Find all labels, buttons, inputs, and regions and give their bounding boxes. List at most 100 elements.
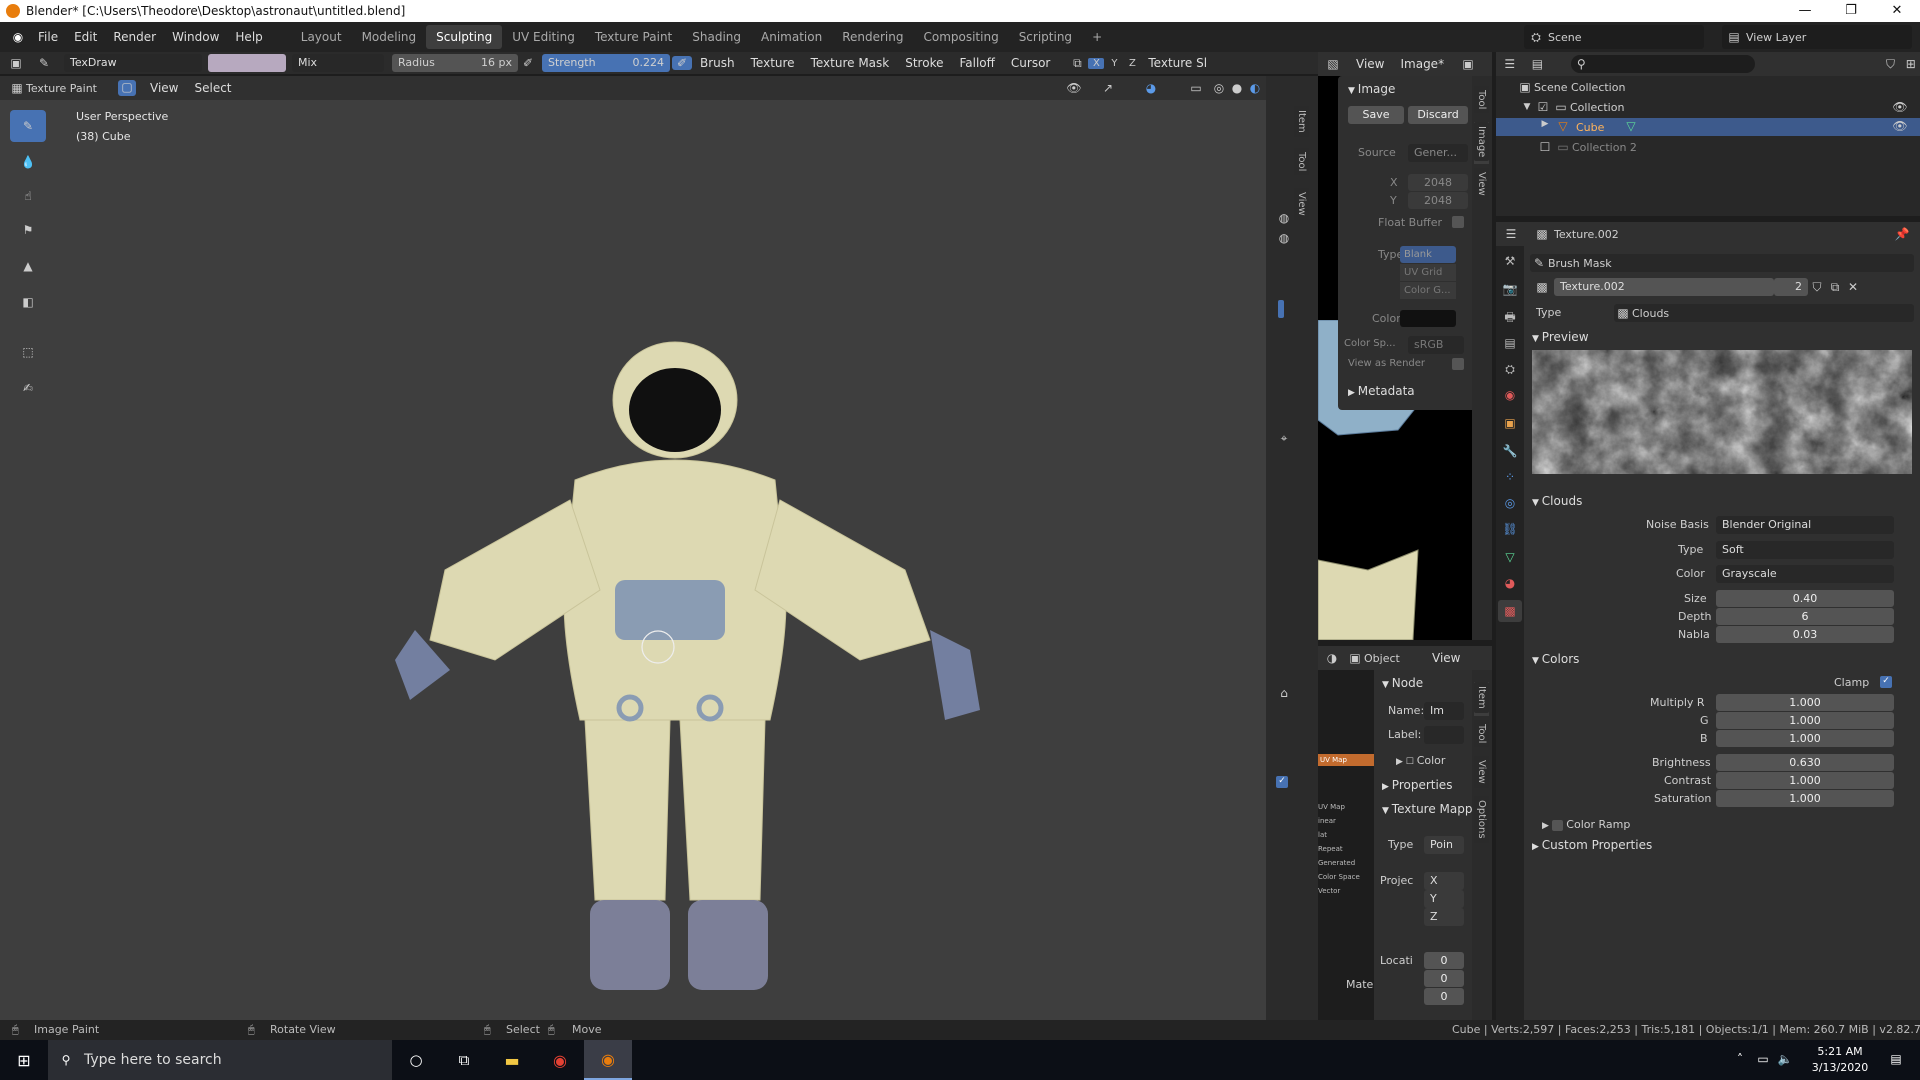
node-uvmap-header[interactable]: UV Map xyxy=(1318,754,1374,766)
scene-selector[interactable]: ⛭ Scene xyxy=(1524,25,1704,49)
workspace-tab-shading[interactable]: Shading xyxy=(682,25,751,49)
sphere-gizmo-icon[interactable]: ◍ xyxy=(1274,211,1294,225)
stroke-menu[interactable]: Stroke xyxy=(897,56,951,70)
brush-mask-dropdown[interactable]: ✎ Brush Mask xyxy=(1530,254,1914,272)
mask-tool-icon[interactable]: ◧ xyxy=(10,286,46,318)
add-workspace-button[interactable]: + xyxy=(1082,25,1112,49)
noise-basis-dropdown[interactable]: Blender Original xyxy=(1716,516,1894,534)
smear-tool-icon[interactable]: ☝ xyxy=(10,180,46,212)
texture-menu[interactable]: Texture xyxy=(743,56,803,70)
new-collection-icon[interactable]: ⊞ xyxy=(1902,57,1920,71)
projection-z-dropdown[interactable]: Z xyxy=(1424,908,1464,926)
object-props-icon[interactable]: ▣ xyxy=(1500,416,1520,430)
type-uv-grid-option[interactable]: UV Grid xyxy=(1400,264,1456,281)
item-tab[interactable]: Item xyxy=(1294,106,1309,140)
image-editor-canvas[interactable]: ▼ Image Save Discard Source Gener... X 2… xyxy=(1318,76,1492,640)
workspace-tab-sculpting[interactable]: Sculpting xyxy=(426,25,503,49)
mirror-x-toggle[interactable]: X xyxy=(1088,57,1105,69)
modifier-props-icon[interactable]: 🔧 xyxy=(1500,444,1520,458)
color-ramp-panel[interactable]: ▶ Color Ramp xyxy=(1542,818,1630,831)
workspace-tab-compositing[interactable]: Compositing xyxy=(913,25,1008,49)
world-props-icon[interactable]: ◉ xyxy=(1500,388,1520,402)
image-toggle-icon[interactable]: ▣ xyxy=(1458,57,1478,71)
visibility-icon[interactable]: 👁 xyxy=(1062,81,1086,95)
node-item-generated[interactable]: Generated xyxy=(1318,856,1374,870)
pin-icon[interactable]: 📌 xyxy=(1892,227,1912,241)
scene-props-icon[interactable]: ⛭ xyxy=(1500,362,1520,377)
view-layer-selector[interactable]: ▤ View Layer xyxy=(1722,25,1912,49)
chrome-icon[interactable]: ◉ xyxy=(536,1051,584,1070)
cloud-type-dropdown[interactable]: Soft xyxy=(1716,541,1894,559)
menu-render[interactable]: Render xyxy=(105,30,164,44)
minimize-button[interactable]: — xyxy=(1782,0,1828,22)
strength-slider[interactable]: Strength 0.224 xyxy=(542,54,670,72)
depth-field[interactable]: 6 xyxy=(1716,608,1894,625)
checkbox-icon[interactable]: ✓ xyxy=(1276,776,1288,788)
constraints-props-icon[interactable]: ⛓ xyxy=(1500,522,1520,536)
texture-props-icon[interactable]: ▩ xyxy=(1498,600,1522,622)
display-mode-icon[interactable]: ▤ xyxy=(1524,57,1552,71)
type-color-grid-option[interactable]: Color G... xyxy=(1400,282,1456,299)
radius-slider[interactable]: Radius 16 px xyxy=(392,54,518,72)
contrast-field[interactable]: 1.000 xyxy=(1716,772,1894,789)
workspace-tab-uv-editing[interactable]: UV Editing xyxy=(502,25,585,49)
render-props-icon[interactable]: 📷 xyxy=(1500,282,1520,296)
file-explorer-icon[interactable]: ▬ xyxy=(488,1051,536,1070)
custom-properties-panel[interactable]: ▶ Custom Properties xyxy=(1532,838,1652,852)
menu-help[interactable]: Help xyxy=(227,30,270,44)
duplicate-icon[interactable]: ⧉ xyxy=(1826,280,1844,295)
image-width-field[interactable]: 2048 xyxy=(1408,174,1468,191)
node-canvas[interactable]: UV Map UV Map inear lat Repeat Generated… xyxy=(1318,670,1374,1020)
node-tool-tab[interactable]: Tool xyxy=(1474,720,1489,750)
texture-type-dropdown[interactable]: ▩ Clouds xyxy=(1614,304,1914,322)
cube-row[interactable]: ▶ ▽ Cube ▽ 👁 xyxy=(1496,118,1920,136)
node-panel-title[interactable]: ▼ Node xyxy=(1382,676,1423,690)
taskbar-search-box[interactable]: ⚲ Type here to search xyxy=(48,1040,392,1080)
view-as-render-checkbox[interactable] xyxy=(1452,358,1464,370)
viewport-select-menu[interactable]: Select xyxy=(186,81,239,95)
preview-panel-header[interactable]: ▼ Preview xyxy=(1532,330,1589,344)
image-tool-tab[interactable]: Tool xyxy=(1474,86,1489,116)
falloff-menu[interactable]: Falloff xyxy=(951,56,1002,70)
node-item-tab[interactable]: Item xyxy=(1474,682,1489,716)
node-view-menu[interactable]: View xyxy=(1424,651,1468,665)
blend-mode-dropdown[interactable]: Mix xyxy=(292,54,384,72)
windows-start-icon[interactable]: ⊞ xyxy=(0,1051,48,1070)
material-shading-icon[interactable]: ◐ xyxy=(1246,81,1264,95)
node-properties-section[interactable]: ▶ Properties xyxy=(1382,778,1452,792)
data-props-icon[interactable]: ▽ xyxy=(1500,550,1520,564)
filter-icon[interactable]: ⛉ xyxy=(1879,57,1901,72)
brightness-field[interactable]: 0.630 xyxy=(1716,754,1894,771)
3d-viewport[interactable]: User Perspective (38) Cube ✎ 💧 ☝ ⚑ ▲ ◧ ⬚… xyxy=(0,100,1281,1020)
node-item-vector[interactable]: Vector xyxy=(1318,884,1374,898)
texture-mapping-section[interactable]: ▼ Texture Mapp xyxy=(1382,802,1472,816)
collection-visibility-icon[interactable]: 👁 xyxy=(1890,100,1910,114)
node-options-tab[interactable]: Options xyxy=(1474,796,1489,846)
cloud-color-dropdown[interactable]: Grayscale xyxy=(1716,565,1894,583)
brush-tool-icon[interactable]: ✎ xyxy=(32,56,56,70)
strength-pressure-icon[interactable]: ✐ xyxy=(672,56,692,70)
node-item-colorspace[interactable]: Color Space xyxy=(1318,870,1374,884)
lock-icon[interactable]: ⌂ xyxy=(1274,686,1294,700)
soften-tool-icon[interactable]: 💧 xyxy=(10,146,46,178)
fake-user-icon[interactable]: ⛉ xyxy=(1808,280,1826,295)
vertical-slider[interactable] xyxy=(1278,300,1284,318)
texture-users-count[interactable]: 2 xyxy=(1774,278,1808,296)
save-image-button[interactable]: Save xyxy=(1348,106,1404,124)
collection-checkbox-icon[interactable]: ☑ xyxy=(1534,100,1552,114)
workspace-tab-scripting[interactable]: Scripting xyxy=(1009,25,1082,49)
mapping-type-dropdown[interactable]: Poin xyxy=(1424,836,1464,854)
texture-mask-menu[interactable]: Texture Mask xyxy=(803,56,898,70)
saturation-field[interactable]: 1.000 xyxy=(1716,790,1894,807)
nabla-field[interactable]: 0.03 xyxy=(1716,626,1894,643)
location-z-field[interactable]: 0 xyxy=(1424,988,1464,1005)
fill-tool-icon[interactable]: ▲ xyxy=(10,250,46,282)
multiply-b-field[interactable]: 1.000 xyxy=(1716,730,1894,747)
texture-slots-menu[interactable]: Texture Slots xyxy=(1140,56,1206,70)
expand-collection-icon[interactable]: ▼ xyxy=(1520,102,1534,112)
viewport-view-menu[interactable]: View xyxy=(142,81,186,95)
collection2-checkbox-icon[interactable]: ☐ xyxy=(1536,140,1554,154)
brush-name-field[interactable]: TexDraw xyxy=(64,54,202,72)
workspace-tab-rendering[interactable]: Rendering xyxy=(832,25,913,49)
menu-edit[interactable]: Edit xyxy=(66,30,105,44)
